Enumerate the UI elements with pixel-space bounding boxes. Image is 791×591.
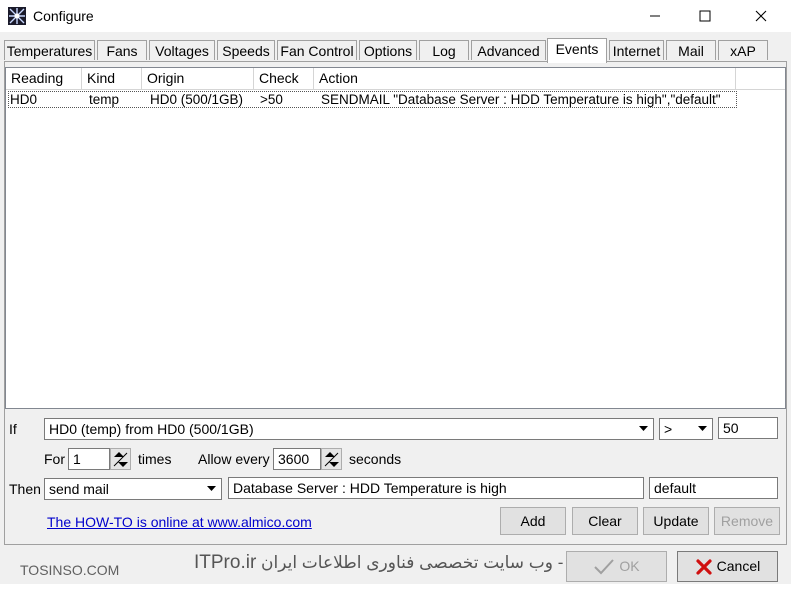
cancel-label: Cancel xyxy=(716,558,761,574)
column-origin[interactable]: Origin xyxy=(142,68,254,89)
allow-every-label: Allow every xyxy=(198,451,270,467)
close-button[interactable] xyxy=(738,0,784,32)
cell-origin: HD0 (500/1GB) xyxy=(150,92,244,107)
seconds-label: seconds xyxy=(349,451,402,467)
action-value: send mail xyxy=(49,481,109,497)
ok-button[interactable]: OK xyxy=(566,551,667,582)
tab-fan-control[interactable]: Fan Control xyxy=(277,40,357,60)
tab-temperatures[interactable]: Temperatures xyxy=(4,40,95,60)
then-label: Then xyxy=(9,481,41,497)
threshold-input[interactable]: 50 xyxy=(718,417,778,439)
maximize-icon xyxy=(699,10,711,22)
cancel-button[interactable]: Cancel xyxy=(677,551,778,582)
tab-events[interactable]: Events xyxy=(547,38,607,63)
tab-internet[interactable]: Internet xyxy=(609,40,664,60)
app-icon xyxy=(8,7,26,25)
tab-advanced[interactable]: Advanced xyxy=(471,40,546,60)
minimize-icon xyxy=(650,15,660,17)
cell-reading: HD0 xyxy=(10,92,38,107)
check-icon xyxy=(594,559,615,575)
x-icon xyxy=(696,559,712,575)
howto-link[interactable]: The HOW-TO is online at www.almico.com xyxy=(47,514,312,530)
tab-mail[interactable]: Mail xyxy=(666,40,716,60)
add-button[interactable]: Add xyxy=(500,507,566,535)
watermark-left: TOSINSO.COM xyxy=(20,562,120,578)
source-dropdown-button[interactable] xyxy=(635,420,652,438)
ok-label: OK xyxy=(619,558,640,574)
clear-button[interactable]: Clear xyxy=(572,507,638,535)
spin-up-down-icon xyxy=(324,452,339,467)
cell-kind: temp xyxy=(89,92,120,107)
profile-input[interactable]: default xyxy=(649,477,778,499)
tab-options[interactable]: Options xyxy=(359,40,417,60)
column-action[interactable]: Action xyxy=(314,68,736,89)
update-button[interactable]: Update xyxy=(643,507,709,535)
operator-dropdown-button[interactable] xyxy=(694,420,711,438)
operator-value: > xyxy=(664,421,673,437)
events-list[interactable]: Reading Kind Origin Check Action HD0 tem… xyxy=(5,67,786,409)
column-kind[interactable]: Kind xyxy=(82,68,142,89)
watermark-tagline: - وب سایت تخصصی فناوری اطلاعات ایران xyxy=(261,553,564,572)
interval-spinner[interactable] xyxy=(321,448,342,470)
source-value: HD0 (temp) from HD0 (500/1GB) xyxy=(49,421,254,437)
title-bar: Configure xyxy=(0,0,791,32)
tab-voltages[interactable]: Voltages xyxy=(149,40,215,60)
bottom-edge xyxy=(0,584,791,591)
tab-strip: Temperatures Fans Voltages Speeds Fan Co… xyxy=(4,38,787,63)
remove-button[interactable]: Remove xyxy=(714,507,780,535)
times-spinner[interactable] xyxy=(110,448,131,470)
watermark-persian: ITPro.ir - وب سایت تخصصی فناوری اطلاعات … xyxy=(194,552,563,574)
spin-up-down-icon xyxy=(113,452,128,467)
if-label: If xyxy=(9,421,17,437)
table-row[interactable]: HD0 temp HD0 (500/1GB) >50 SENDMAIL "Dat… xyxy=(8,91,737,108)
cell-action: SENDMAIL "Database Server : HDD Temperat… xyxy=(321,92,721,107)
times-input[interactable]: 1 xyxy=(68,448,110,470)
cell-check: >50 xyxy=(260,92,283,107)
interval-input[interactable]: 3600 xyxy=(273,448,321,470)
list-header: Reading Kind Origin Check Action xyxy=(6,68,785,90)
tab-speeds[interactable]: Speeds xyxy=(217,40,275,60)
tab-log[interactable]: Log xyxy=(419,40,469,60)
chevron-down-icon xyxy=(698,426,707,431)
action-dropdown-button[interactable] xyxy=(203,480,220,498)
operator-select[interactable]: > xyxy=(659,418,713,440)
tab-fans[interactable]: Fans xyxy=(97,40,147,60)
column-reading[interactable]: Reading xyxy=(6,68,82,89)
chevron-down-icon xyxy=(207,486,216,491)
watermark-brand: ITPro.ir xyxy=(194,552,257,573)
maximize-button[interactable] xyxy=(682,0,728,32)
message-input[interactable]: Database Server : HDD Temperature is hig… xyxy=(228,477,644,499)
minimize-button[interactable] xyxy=(632,0,678,32)
for-label: For xyxy=(44,451,65,467)
source-select[interactable]: HD0 (temp) from HD0 (500/1GB) xyxy=(44,418,654,440)
action-select[interactable]: send mail xyxy=(44,478,222,500)
tab-xap[interactable]: xAP xyxy=(718,40,768,60)
times-label: times xyxy=(138,451,172,467)
chevron-down-icon xyxy=(639,426,648,431)
window-title: Configure xyxy=(33,8,94,24)
close-icon xyxy=(755,10,767,22)
column-check[interactable]: Check xyxy=(254,68,314,89)
